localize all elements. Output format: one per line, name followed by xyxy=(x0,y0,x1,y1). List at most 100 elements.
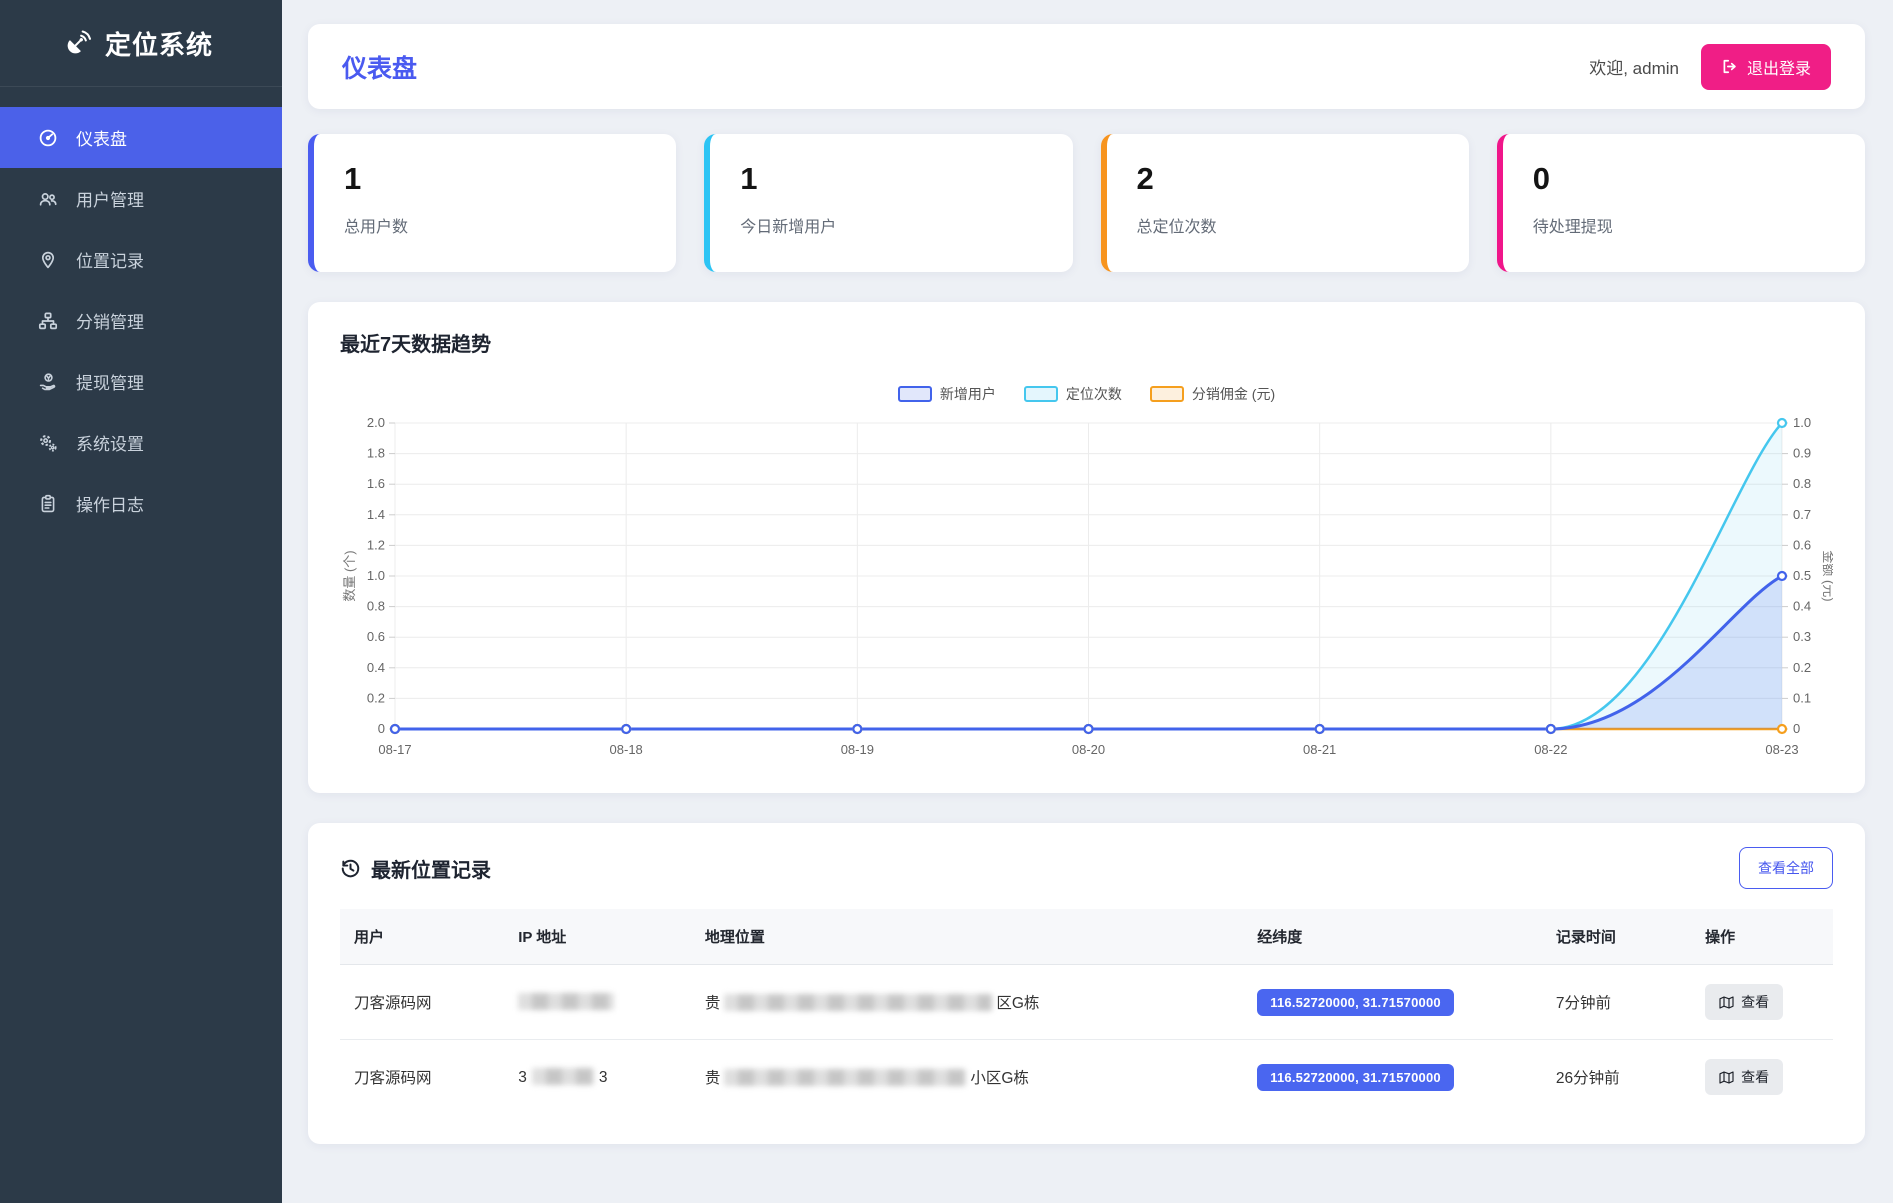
svg-text:0.8: 0.8 xyxy=(1793,476,1811,491)
map-pin-icon xyxy=(38,250,58,270)
logout-button[interactable]: 退出登录 xyxy=(1701,44,1831,90)
legend-swatch xyxy=(898,386,932,402)
logout-label: 退出登录 xyxy=(1747,55,1811,79)
svg-text:0.6: 0.6 xyxy=(1793,537,1811,552)
svg-text:08-20: 08-20 xyxy=(1072,742,1105,757)
col-coordinates: 经纬度 xyxy=(1243,909,1542,965)
redacted-location xyxy=(724,1069,966,1086)
stat-label: 待处理提现 xyxy=(1533,213,1835,237)
topbar: 仪表盘 欢迎, admin 退出登录 xyxy=(308,24,1865,109)
table-row: 刀客源码网 33 贵小区G栋 116.52720000, 31.71570000… xyxy=(340,1040,1833,1115)
svg-text:1.0: 1.0 xyxy=(1793,415,1811,430)
svg-text:0.2: 0.2 xyxy=(367,690,385,705)
chart-legend: 新增用户 定位次数 分销佣金 (元) xyxy=(340,383,1833,405)
legend-item-定位次数[interactable]: 定位次数 xyxy=(1024,384,1122,404)
svg-text:1.0: 1.0 xyxy=(367,568,385,583)
svg-text:1.6: 1.6 xyxy=(367,476,385,491)
svg-text:08-19: 08-19 xyxy=(841,742,874,757)
cell-ip xyxy=(504,965,691,1040)
cell-location: 贵区G栋 xyxy=(691,965,1243,1040)
svg-text:0.8: 0.8 xyxy=(367,599,385,614)
hand-coin-icon xyxy=(38,372,58,392)
cell-user: 刀客源码网 xyxy=(340,1040,504,1115)
latest-records-card: 最新位置记录 查看全部 用户 IP 地址 地理位置 经纬度 记录时间 操作 刀客… xyxy=(308,823,1865,1144)
svg-text:0: 0 xyxy=(1793,721,1800,736)
sidebar-item-label: 操作日志 xyxy=(76,491,144,516)
sidebar-item-distribution[interactable]: 分销管理 xyxy=(0,290,282,351)
cell-time: 7分钟前 xyxy=(1542,965,1691,1040)
view-all-button[interactable]: 查看全部 xyxy=(1739,847,1833,889)
svg-text:1.8: 1.8 xyxy=(367,446,385,461)
history-icon xyxy=(340,858,361,879)
stat-label: 总定位次数 xyxy=(1137,213,1439,237)
svg-text:0.7: 0.7 xyxy=(1793,507,1811,522)
app-name: 定位系统 xyxy=(105,25,213,62)
sidebar-item-logs[interactable]: 操作日志 xyxy=(0,473,282,534)
stat-label: 总用户数 xyxy=(344,213,646,237)
sidebar-item-label: 提现管理 xyxy=(76,369,144,394)
svg-text:0.5: 0.5 xyxy=(1793,568,1811,583)
cell-actions: 查看 xyxy=(1691,965,1833,1040)
svg-text:1.4: 1.4 xyxy=(367,507,385,522)
sidebar-item-users[interactable]: 用户管理 xyxy=(0,168,282,229)
svg-text:0.2: 0.2 xyxy=(1793,660,1811,675)
app-logo: 定位系统 xyxy=(0,0,282,87)
col-location: 地理位置 xyxy=(691,909,1243,965)
cell-coordinates: 116.52720000, 31.71570000 xyxy=(1243,965,1542,1040)
legend-label: 分销佣金 (元) xyxy=(1192,384,1275,404)
svg-text:数量 (个): 数量 (个) xyxy=(342,550,357,601)
svg-text:2.0: 2.0 xyxy=(367,415,385,430)
stat-label: 今日新增用户 xyxy=(740,213,1042,237)
page-title: 仪表盘 xyxy=(342,49,417,85)
svg-text:08-23: 08-23 xyxy=(1765,742,1798,757)
stat-card-total-locates: 2 总定位次数 xyxy=(1101,134,1469,272)
welcome-text: 欢迎, admin xyxy=(1589,54,1679,79)
svg-text:08-22: 08-22 xyxy=(1534,742,1567,757)
map-icon xyxy=(1719,1070,1734,1085)
satellite-dish-icon xyxy=(64,30,91,57)
chart-area: 00.20.40.60.81.01.21.41.61.82.000.10.20.… xyxy=(340,409,1833,769)
coordinates-badge: 116.52720000, 31.71570000 xyxy=(1257,1064,1454,1091)
stat-value: 0 xyxy=(1533,161,1835,197)
gauge-icon xyxy=(38,128,58,148)
col-actions: 操作 xyxy=(1691,909,1833,965)
sidebar-item-settings[interactable]: 系统设置 xyxy=(0,412,282,473)
svg-text:1.2: 1.2 xyxy=(367,537,385,552)
sidebar-item-locations[interactable]: 位置记录 xyxy=(0,229,282,290)
map-icon xyxy=(1719,995,1734,1010)
table-header-row: 用户 IP 地址 地理位置 经纬度 记录时间 操作 xyxy=(340,909,1833,965)
clipboard-icon xyxy=(38,494,58,514)
coordinates-badge: 116.52720000, 31.71570000 xyxy=(1257,989,1454,1016)
legend-label: 定位次数 xyxy=(1066,384,1122,404)
gears-icon xyxy=(38,433,58,453)
legend-item-新增用户[interactable]: 新增用户 xyxy=(898,384,996,404)
svg-text:0.9: 0.9 xyxy=(1793,446,1811,461)
cell-user: 刀客源码网 xyxy=(340,965,504,1040)
records-table: 用户 IP 地址 地理位置 经纬度 记录时间 操作 刀客源码网 贵区G栋 116… xyxy=(340,909,1833,1114)
sidebar-item-withdrawals[interactable]: 提现管理 xyxy=(0,351,282,412)
stat-card-new-users-today: 1 今日新增用户 xyxy=(704,134,1072,272)
stats-row: 1 总用户数 1 今日新增用户 2 总定位次数 0 待处理提现 xyxy=(308,134,1865,272)
sidebar-item-label: 仪表盘 xyxy=(76,125,127,150)
view-record-button[interactable]: 查看 xyxy=(1705,1059,1783,1095)
trend-chart-card: 最近7天数据趋势 新增用户定位次数分销佣金 (元) 00.20.40.60.81… xyxy=(308,302,1865,793)
stat-card-pending-withdrawals: 0 待处理提现 xyxy=(1497,134,1865,272)
sidebar-nav: 仪表盘 用户管理 位置记录 分销管理 xyxy=(0,107,282,534)
svg-text:0.3: 0.3 xyxy=(1793,629,1811,644)
sidebar-item-dashboard[interactable]: 仪表盘 xyxy=(0,107,282,168)
legend-item-分销佣金 (元)[interactable]: 分销佣金 (元) xyxy=(1150,384,1275,404)
users-icon xyxy=(38,189,58,209)
trend-chart-svg: 00.20.40.60.81.01.21.41.61.82.000.10.20.… xyxy=(340,409,1833,764)
svg-text:0.4: 0.4 xyxy=(367,660,385,675)
legend-label: 新增用户 xyxy=(940,384,996,404)
svg-text:0: 0 xyxy=(378,721,385,736)
col-time: 记录时间 xyxy=(1542,909,1691,965)
main-content: 仪表盘 欢迎, admin 退出登录 1 总用户数 1 今日新增用户 2 总定位 xyxy=(282,0,1893,1144)
stat-card-total-users: 1 总用户数 xyxy=(308,134,676,272)
cell-ip: 33 xyxy=(504,1040,691,1115)
stat-value: 1 xyxy=(740,161,1042,197)
records-title: 最新位置记录 xyxy=(371,854,491,883)
view-record-button[interactable]: 查看 xyxy=(1705,984,1783,1020)
cell-actions: 查看 xyxy=(1691,1040,1833,1115)
sidebar-item-label: 位置记录 xyxy=(76,247,144,272)
